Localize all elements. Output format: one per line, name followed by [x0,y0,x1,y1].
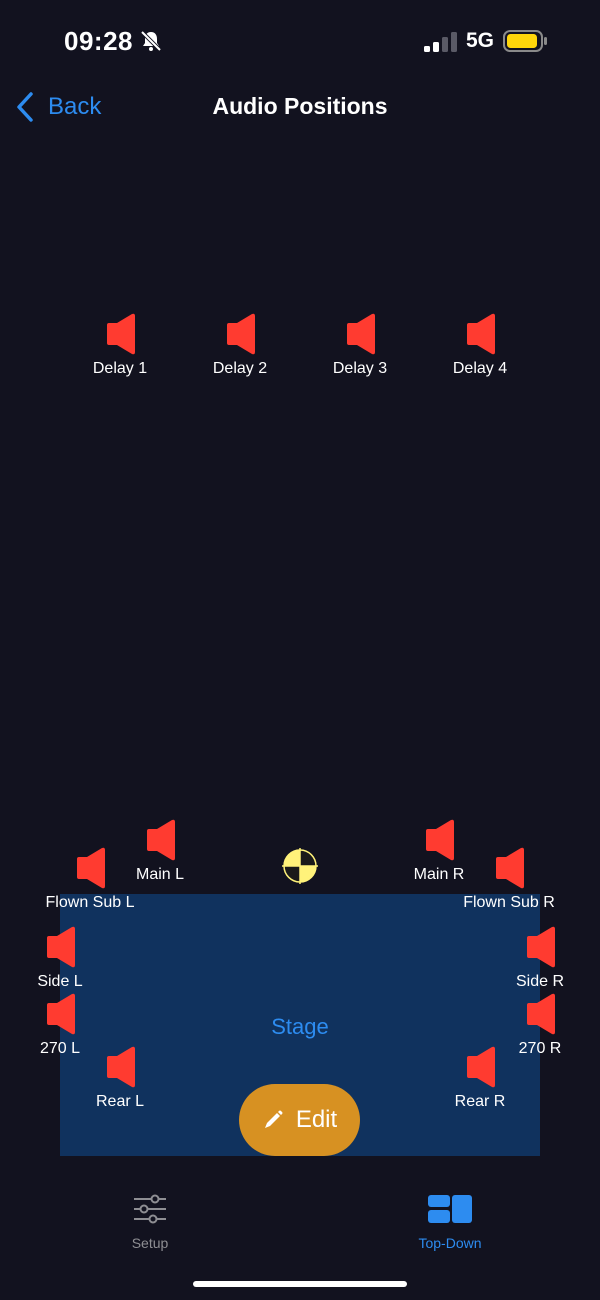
stage-label: Stage [271,1014,329,1039]
speaker-270-r-label: 270 R [518,1040,562,1057]
page-title: Audio Positions [212,93,388,119]
speaker-delay-4-label: Delay 4 [452,360,508,377]
speaker-delay-1-label: Delay 1 [92,360,148,377]
tab-top-down-label: Top-Down [418,1235,482,1251]
speaker-delay-3-label: Delay 3 [332,360,388,377]
top-down-layout-icon [428,1195,472,1223]
speaker-delay-2-label: Delay 2 [212,360,268,377]
speaker-flown-sub-l-icon[interactable] [75,847,105,889]
speaker-rear-l-icon[interactable] [105,1046,135,1088]
cellular-signal-icon [424,32,457,52]
pencil-icon [264,1110,283,1128]
sliders-icon [134,1194,166,1224]
speaker-delay-1-icon[interactable] [105,313,135,355]
edit-label: Edit [295,1106,338,1133]
edit-button[interactable]: Edit [239,1084,360,1156]
speaker-side-r-icon[interactable] [525,926,555,968]
tab-top-down[interactable]: Top-Down [380,1194,520,1251]
speaker-delay-3-icon[interactable] [345,313,375,355]
listening-position-target-icon[interactable] [282,848,318,884]
tab-setup[interactable]: Setup [80,1194,220,1251]
speaker-delay-4-icon[interactable] [465,313,495,355]
speaker-270-l-label: 270 L [39,1040,81,1057]
speaker-side-l-icon[interactable] [45,926,75,968]
speaker-flown-sub-r-icon[interactable] [494,847,524,889]
tab-setup-label: Setup [131,1235,169,1251]
network-type: 5G [466,29,495,52]
speaker-flown-sub-l-label: Flown Sub L [45,894,135,911]
speaker-delay-2-icon[interactable] [225,313,255,355]
speaker-270-l-icon[interactable] [45,993,75,1035]
battery-icon [503,30,547,52]
bell-slash-icon [140,30,162,52]
speaker-side-l-label: Side L [37,973,83,990]
speaker-main-r-icon[interactable] [424,819,454,861]
speaker-side-r-label: Side R [515,973,565,990]
speaker-main-l-icon[interactable] [145,819,175,861]
speaker-main-r-label: Main R [413,866,465,883]
home-indicator [193,1281,407,1287]
speaker-rear-r-icon[interactable] [465,1046,495,1088]
speaker-rear-l-label: Rear L [95,1093,145,1110]
status-time: 09:28 [64,26,133,56]
speaker-flown-sub-r-label: Flown Sub R [463,894,555,911]
speaker-main-l-label: Main L [135,866,185,883]
speaker-rear-r-label: Rear R [454,1093,506,1110]
speaker-270-r-icon[interactable] [525,993,555,1035]
